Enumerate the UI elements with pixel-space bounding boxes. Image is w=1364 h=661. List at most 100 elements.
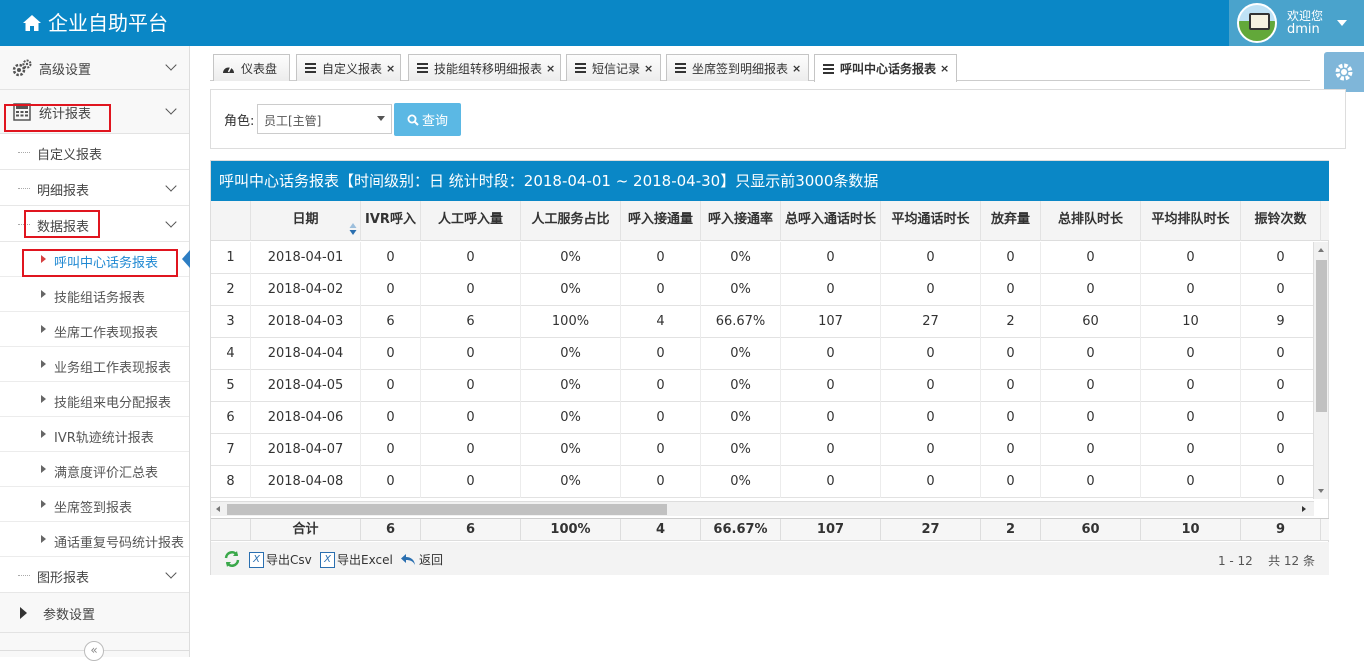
tab-dashboard[interactable]: 仪表盘 [213, 54, 290, 81]
close-icon[interactable]: × [644, 62, 653, 75]
settings-button[interactable] [1324, 52, 1364, 92]
sidebar-subitem-report[interactable]: 技能组话务报表 [0, 277, 189, 312]
table-body: 1 2018-04-01 0 0 0% 0 0% 0 0 0 0 0 0 2 2018-04-02 0 0 0% 0… [211, 242, 1329, 499]
list-icon [417, 63, 428, 73]
brand[interactable]: 企业自助平台 [22, 10, 168, 36]
column-header[interactable]: 总呼入通话时长 [781, 201, 881, 241]
export-csv-button[interactable]: X 导出Csv [249, 551, 312, 568]
table-cell: 0% [701, 274, 781, 306]
role-select[interactable]: 员工[主管] [257, 104, 392, 134]
table-row[interactable]: 6 2018-04-06 0 0 0% 0 0% 0 0 0 0 0 0 [211, 402, 1321, 434]
totals-label: 合计 [251, 519, 361, 541]
close-icon[interactable]: × [546, 62, 555, 75]
sidebar-item-param-settings[interactable]: 参数设置 [0, 593, 189, 633]
dashboard-icon [222, 63, 235, 74]
table-cell: 66.67% [701, 306, 781, 338]
table-cell: 0 [881, 466, 981, 498]
sidebar-subitem-report[interactable]: 技能组来电分配报表 [0, 382, 189, 417]
caret-right-icon [41, 430, 46, 438]
column-header[interactable]: 平均排队时长 [1141, 201, 1241, 241]
collapse-sidebar-icon[interactable]: « [84, 641, 104, 661]
table-row[interactable]: 5 2018-04-05 0 0 0% 0 0% 0 0 0 0 0 0 [211, 370, 1321, 402]
column-header[interactable]: 总排队时长 [1041, 201, 1141, 241]
table-cell: 0 [1141, 434, 1241, 466]
table-cell: 0 [361, 434, 421, 466]
column-header[interactable]: 振铃次数 [1241, 201, 1321, 241]
tab-report-5[interactable]: 呼叫中心话务报表 × [814, 54, 957, 82]
refresh-button[interactable] [223, 550, 241, 568]
sidebar-subitem-report[interactable]: 满意度评价汇总表 [0, 452, 189, 487]
sidebar-subitem-report[interactable]: 通话重复号码统计报表 [0, 522, 189, 557]
totals-cell: 4 [621, 519, 701, 541]
sidebar-item-custom-report[interactable]: 自定义报表 [0, 134, 189, 170]
column-header-label: 振铃次数 [1254, 212, 1307, 227]
sidebar-item-detail-report[interactable]: 明细报表 [0, 170, 189, 206]
close-icon[interactable]: × [386, 62, 395, 75]
pager-range: 1 - 12 [1217, 554, 1253, 568]
tab-report-3[interactable]: 短信记录 × [566, 54, 661, 81]
column-header[interactable]: 呼入接通率 [701, 201, 781, 241]
tab-label: 呼叫中心话务报表 [840, 62, 937, 76]
column-header[interactable]: 人工服务占比 [521, 201, 621, 241]
tab-bar: 仪表盘 自定义报表 × 技能组转移明细报表 × 短信记录 × 坐席签到明细报表 × 呼叫中心话务报… [210, 50, 1310, 82]
column-header[interactable]: 放弃量 [981, 201, 1041, 241]
column-header[interactable]: 呼入接通量 [621, 201, 701, 241]
column-header[interactable] [211, 201, 251, 241]
sidebar-subitem-report[interactable]: IVR轨迹统计报表 [0, 417, 189, 452]
table-cell: 0 [881, 402, 981, 434]
table-row[interactable]: 4 2018-04-04 0 0 0% 0 0% 0 0 0 0 0 0 [211, 338, 1321, 370]
table-cell: 0% [521, 434, 621, 466]
column-header[interactable]: IVR呼入 [361, 201, 421, 241]
row-number: 1 [211, 242, 251, 274]
table-row[interactable]: 1 2018-04-01 0 0 0% 0 0% 0 0 0 0 0 0 [211, 242, 1321, 274]
user-name: dmin [1287, 22, 1320, 37]
tab-report-4[interactable]: 坐席签到明细报表 × [666, 54, 809, 81]
horizontal-scrollbar[interactable] [211, 501, 1314, 516]
table-cell: 0 [781, 402, 881, 434]
back-button[interactable]: 返回 [400, 551, 443, 568]
totals-cell: 6 [361, 519, 421, 541]
sidebar-item-advanced-settings[interactable]: 高级设置 [0, 46, 189, 90]
tab-report-2[interactable]: 技能组转移明细报表 × [408, 54, 561, 81]
user-menu[interactable]: 欢迎您 dmin [1229, 0, 1364, 46]
table-cell: 6 [361, 306, 421, 338]
chevron-down-icon [165, 567, 177, 579]
table-cell: 0% [701, 402, 781, 434]
table-row[interactable]: 8 2018-04-08 0 0 0% 0 0% 0 0 0 0 0 0 [211, 466, 1321, 498]
export-excel-button[interactable]: X 导出Excel [320, 551, 393, 568]
chevron-down-icon [165, 216, 177, 228]
totals-cell: 107 [781, 519, 881, 541]
list-icon [823, 63, 834, 74]
query-button[interactable]: 查询 [394, 103, 461, 136]
tab-report-1[interactable]: 自定义报表 × [296, 54, 401, 81]
sidebar-subitem-report[interactable]: 业务组工作表现报表 [0, 347, 189, 382]
table-cell: 0 [621, 274, 701, 306]
caret-down-icon[interactable] [1337, 20, 1348, 26]
list-icon [575, 63, 586, 73]
table-cell: 0 [421, 274, 521, 306]
vertical-scrollbar[interactable] [1313, 242, 1328, 499]
sidebar-subitem-report[interactable]: 坐席签到报表 [0, 487, 189, 522]
table-row[interactable]: 3 2018-04-03 6 6 100% 4 66.67% 107 27 2 60 10 9 [211, 306, 1321, 338]
table-row[interactable]: 7 2018-04-07 0 0 0% 0 0% 0 0 0 0 0 0 [211, 434, 1321, 466]
sidebar-subitem-report[interactable]: 坐席工作表现报表 [0, 312, 189, 347]
row-number: 7 [211, 434, 251, 466]
table-row[interactable]: 2 2018-04-02 0 0 0% 0 0% 0 0 0 0 0 0 [211, 274, 1321, 306]
table-cell: 0 [1241, 242, 1321, 274]
highlight-box [24, 210, 100, 238]
column-header-label: 放弃量 [990, 212, 1030, 227]
avatar [1237, 3, 1277, 43]
table-cell: 100% [521, 306, 621, 338]
column-header-label: 平均排队时长 [1151, 212, 1230, 227]
column-header[interactable]: 人工呼入量 [421, 201, 521, 241]
totals-cell: 6 [421, 519, 521, 541]
sort-icon[interactable] [349, 214, 357, 235]
close-icon[interactable]: × [792, 62, 801, 75]
table-cell: 0% [521, 338, 621, 370]
column-header[interactable]: 平均通话时长 [881, 201, 981, 241]
close-icon[interactable]: × [940, 62, 949, 75]
sidebar-item-graph-report[interactable]: 图形报表 [0, 557, 189, 593]
column-header-label: 平均通话时长 [891, 212, 970, 227]
column-header[interactable]: 日期 [251, 201, 361, 241]
chevron-down-icon [165, 59, 177, 71]
